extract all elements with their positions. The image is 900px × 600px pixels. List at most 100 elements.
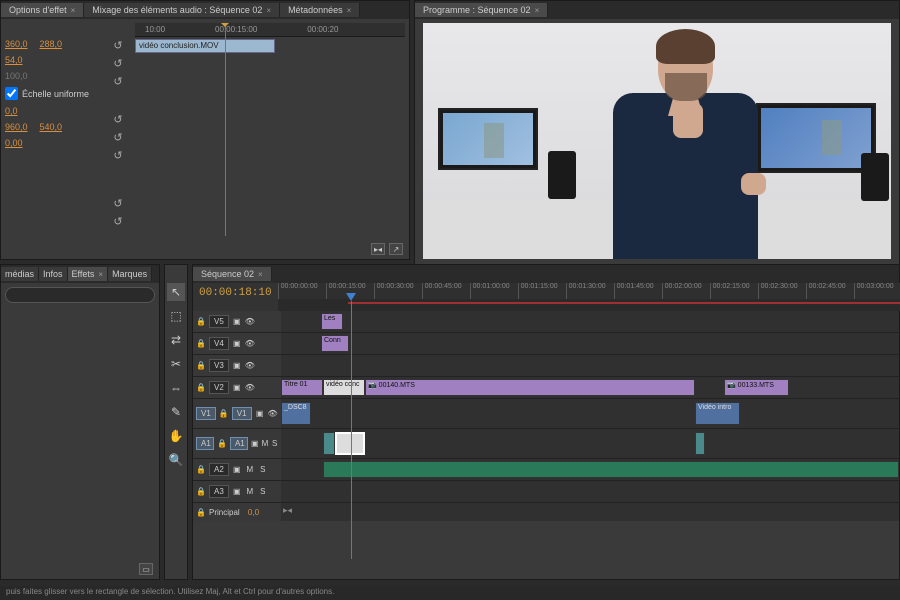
reset-icon[interactable]: ↺ [111,131,125,143]
track-source-a1[interactable]: A1 [196,437,214,450]
track-label-v2[interactable]: V2 [209,381,229,394]
clip[interactable]: Conn [321,335,349,352]
pen-tool[interactable]: ✎ [167,403,185,421]
close-icon[interactable]: × [98,270,103,279]
clip[interactable] [695,432,705,455]
eye-icon[interactable]: 👁 [245,339,255,349]
video-preview[interactable] [423,23,891,259]
timeline-timecode[interactable]: 00:00:18:10 [193,283,278,303]
tab-media[interactable]: médias [1,267,39,281]
clip[interactable]: Les [321,313,343,330]
timeline-playhead-icon[interactable] [351,301,352,559]
close-icon[interactable]: × [258,270,263,279]
tab-program[interactable]: Programme : Séquence 02× [415,3,548,17]
reset-icon[interactable]: ↺ [111,215,125,227]
uniform-scale-checkbox[interactable] [5,87,18,100]
track-label-v1[interactable]: V1 [232,407,252,420]
track-label-a3[interactable]: A3 [209,485,229,498]
lock-icon[interactable]: 🔒 [196,487,206,497]
close-icon[interactable]: × [535,6,540,15]
clip[interactable]: Vidéo intro [695,402,740,425]
reset-icon[interactable]: ↺ [111,39,125,51]
prop-rotation[interactable]: 0,0 [5,106,18,116]
reset-icon[interactable]: ↺ [111,113,125,125]
reset-icon[interactable]: ↺ [111,75,125,87]
master-value[interactable]: 0,0 [248,508,259,517]
track-label-v4[interactable]: V4 [209,337,229,350]
tab-info[interactable]: Infos [39,267,68,281]
tab-markers[interactable]: Marques [108,267,152,281]
reset-icon[interactable]: ↺ [111,57,125,69]
lock-icon[interactable]: 🔒 [217,439,227,449]
playhead-icon[interactable] [225,23,226,236]
close-icon[interactable]: × [347,6,352,15]
go-to-icon[interactable]: ▸◂ [371,243,385,255]
clip[interactable] [323,432,335,455]
lock-icon[interactable]: 🔒 [196,317,206,327]
prop-anchor-x[interactable]: 960,0 [5,122,28,132]
mute-button[interactable]: M [245,465,255,475]
prop-scale[interactable]: 54,0 [5,55,23,65]
selection-tool[interactable]: ↖ [167,283,185,301]
reset-icon[interactable]: ↺ [111,149,125,161]
lock-icon[interactable]: 🔒 [196,361,206,371]
new-bin-icon[interactable]: ▭ [139,563,153,575]
export-icon[interactable]: ↗ [389,243,403,255]
track-label-v5[interactable]: V5 [209,315,229,328]
hand-tool[interactable]: ✋ [167,427,185,445]
track-label-a1[interactable]: A1 [230,437,248,450]
eye-icon[interactable]: 👁 [245,317,255,327]
prop-position-x[interactable]: 360,0 [5,39,28,49]
solo-button[interactable]: S [271,439,278,449]
prop-anchor-y[interactable]: 540,0 [40,122,63,132]
toggle-icon[interactable]: ▣ [232,317,242,327]
toggle-icon[interactable]: ▣ [232,361,242,371]
effect-ruler[interactable]: 10:00 00:00:15:00 00:00:20 [135,23,405,37]
toggle-icon[interactable]: ▣ [232,339,242,349]
lock-icon[interactable]: 🔒 [196,507,206,517]
effects-search-input[interactable] [5,287,155,303]
lock-icon[interactable]: 🔒 [196,383,206,393]
clip[interactable]: vidéo conc [323,379,365,396]
tab-audio-mix[interactable]: Mixage des éléments audio : Séquence 02× [84,3,280,17]
tab-sequence[interactable]: Séquence 02 × [193,267,272,281]
zoom-tool[interactable]: 🔍 [167,451,185,469]
toggle-icon[interactable]: ▣ [255,409,265,419]
ripple-tool[interactable]: ⇄ [167,331,185,349]
razor-tool[interactable]: ✂ [167,355,185,373]
close-icon[interactable]: × [71,6,76,15]
prop-position-y[interactable]: 288,0 [40,39,63,49]
clip[interactable] [323,461,899,478]
mute-button[interactable]: M [262,439,269,449]
track-label-v3[interactable]: V3 [209,359,229,372]
reset-icon[interactable]: ↺ [111,197,125,209]
tab-metadata[interactable]: Métadonnées× [280,3,360,17]
toggle-icon[interactable]: ▣ [251,439,259,449]
timeline-ruler[interactable]: 00:00:00:0000:00:15:0000:00:30:0000:00:4… [278,283,900,299]
clip[interactable]: 📷 00133.MTS [724,379,789,396]
toggle-icon[interactable]: ▣ [232,487,242,497]
lock-icon[interactable]: 🔒 [219,409,229,419]
solo-button[interactable]: S [258,465,268,475]
clip-selected[interactable] [335,432,365,455]
eye-icon[interactable]: 👁 [245,361,255,371]
eye-icon[interactable]: 👁 [268,409,278,419]
lock-icon[interactable]: 🔒 [196,339,206,349]
tab-effect-options[interactable]: Options d'effet× [1,3,84,17]
clip[interactable]: Titre 01 [281,379,323,396]
lock-icon[interactable]: 🔒 [196,465,206,475]
track-source-v1[interactable]: V1 [196,407,216,420]
solo-button[interactable]: S [258,487,268,497]
collapse-icon[interactable]: ▸◂ [283,505,292,516]
effect-clip[interactable]: vidéo conclusion.MOV [135,39,275,53]
toggle-icon[interactable]: ▣ [232,465,242,475]
clip[interactable]: _DSC8 [281,402,311,425]
track-label-a2[interactable]: A2 [209,463,229,476]
toggle-icon[interactable]: ▣ [232,383,242,393]
eye-icon[interactable]: 👁 [245,383,255,393]
slip-tool[interactable]: ⇔ [167,379,185,397]
track-select-tool[interactable]: ⬚ [167,307,185,325]
close-icon[interactable]: × [266,6,271,15]
clip[interactable]: 📷 00140.MTS [365,379,695,396]
mute-button[interactable]: M [245,487,255,497]
